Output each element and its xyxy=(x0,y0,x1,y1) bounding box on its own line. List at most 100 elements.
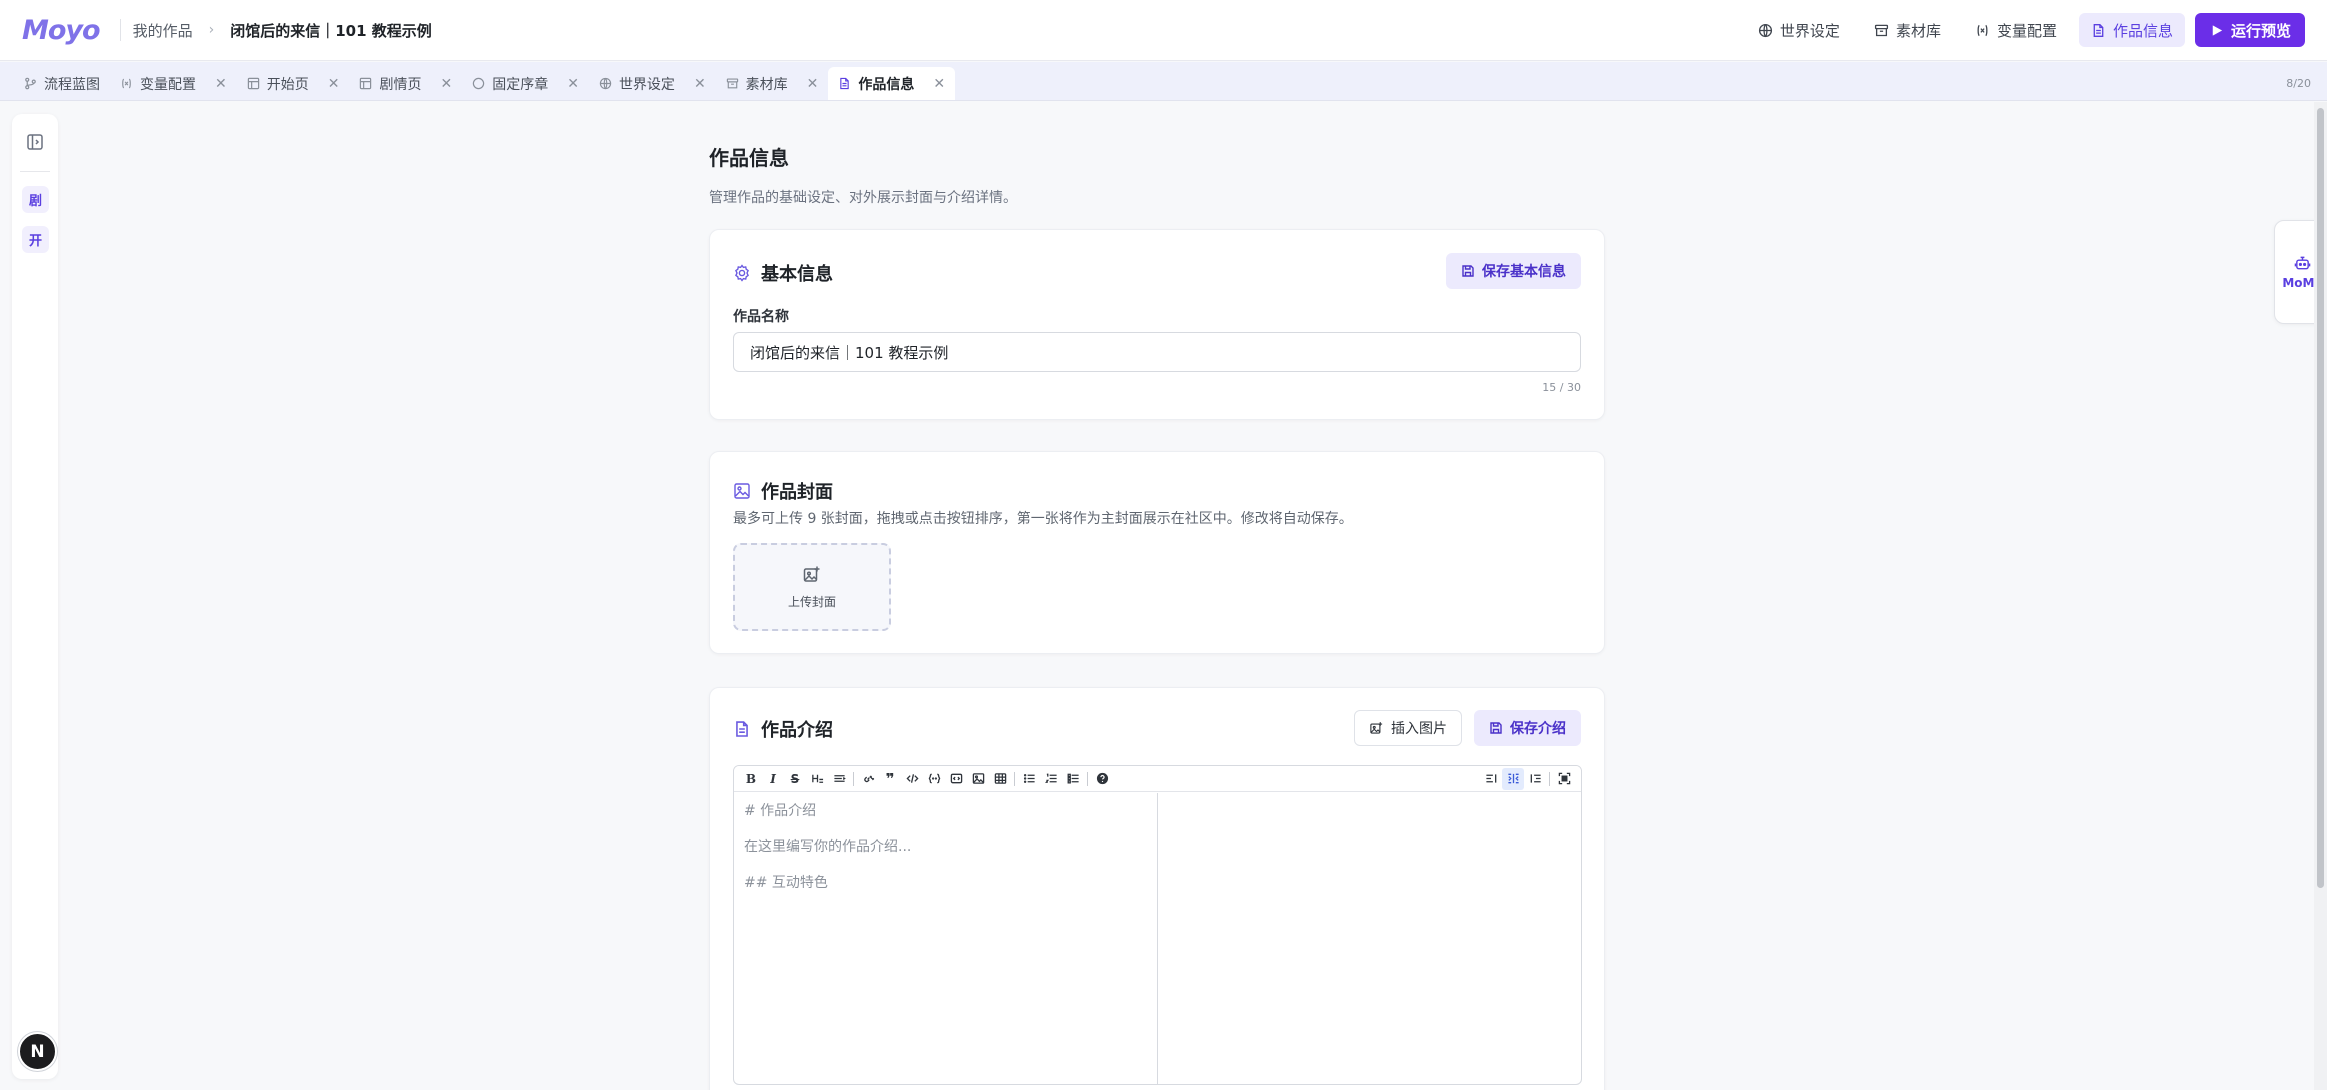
preview-only-icon[interactable] xyxy=(1524,768,1546,790)
image-icon[interactable] xyxy=(967,768,989,790)
image-plus-icon xyxy=(803,566,820,582)
help-icon[interactable] xyxy=(1091,768,1113,790)
fullscreen-icon[interactable] xyxy=(1553,768,1575,790)
tab-label: 剧情页 xyxy=(379,76,422,93)
horizontal-rule-icon[interactable] xyxy=(828,768,850,790)
globe-icon xyxy=(599,77,612,90)
tab-fixed-prologue[interactable]: 固定序章 ✕ xyxy=(462,67,589,100)
toolbar-separator xyxy=(1014,771,1015,786)
bullet-list-icon[interactable] xyxy=(1018,768,1040,790)
avatar[interactable]: N xyxy=(18,1032,57,1071)
strikethrough-icon[interactable]: S xyxy=(784,768,806,790)
tab-asset-library[interactable]: 素材库 ✕ xyxy=(716,67,829,100)
cover-card: 作品封面 最多可上传 9 张封面，拖拽或点击按钮排序，第一张将作为主封面展示在社… xyxy=(709,451,1605,654)
task-list-icon[interactable] xyxy=(1062,768,1084,790)
work-info-button[interactable]: 作品信息 xyxy=(2078,13,2185,47)
tab-world-settings[interactable]: 世界设定 ✕ xyxy=(589,67,716,100)
toolbar-separator xyxy=(1549,771,1550,786)
tab-label: 开始页 xyxy=(266,76,309,93)
split-view-icon[interactable] xyxy=(1502,767,1524,790)
tab-start-page[interactable]: 开始页 ✕ xyxy=(237,67,350,100)
table-icon[interactable] xyxy=(989,768,1011,790)
tab-label: 作品信息 xyxy=(858,76,915,93)
gear-icon xyxy=(735,264,749,282)
world-settings-button[interactable]: 世界设定 xyxy=(1746,13,1852,47)
work-name-value: 闭馆后的来信｜101 教程示例 xyxy=(750,343,949,362)
document-icon xyxy=(2093,23,2104,37)
close-icon[interactable]: ✕ xyxy=(807,76,819,92)
app-logo[interactable]: Moyo xyxy=(22,15,101,46)
variable-icon xyxy=(1977,24,1988,36)
sidebar-item-story[interactable]: 剧 xyxy=(22,186,49,213)
save-basic-info-button[interactable]: 保存基本信息 xyxy=(1446,253,1581,289)
image-plus-icon xyxy=(1370,721,1383,734)
sidebar-toggle-icon[interactable] xyxy=(25,132,45,152)
layout-icon xyxy=(247,77,259,90)
tab-label: 固定序章 xyxy=(492,76,549,93)
world-settings-label: 世界设定 xyxy=(1779,21,1840,40)
asset-library-label: 素材库 xyxy=(1895,21,1941,40)
close-icon[interactable]: ✕ xyxy=(567,76,579,92)
robot-icon xyxy=(2294,256,2311,269)
archive-icon xyxy=(726,78,738,89)
cover-header: 作品封面 xyxy=(733,478,833,504)
tab-flow-blueprint[interactable]: 流程蓝图 xyxy=(14,67,110,100)
variable-icon xyxy=(122,78,131,89)
layout-icon xyxy=(360,77,372,90)
scrollbar-thumb[interactable] xyxy=(2317,108,2324,888)
document-icon xyxy=(736,721,748,737)
markdown-editor: B I S ❞ # 作品介绍 在这里编写你的作品介绍... ## 互动特色 xyxy=(733,765,1582,1085)
code-block-icon[interactable] xyxy=(923,768,945,790)
header-divider xyxy=(119,19,121,41)
close-icon[interactable]: ✕ xyxy=(215,76,227,92)
variable-config-button[interactable]: 变量配置 xyxy=(1963,13,2069,47)
save-intro-button[interactable]: 保存介绍 xyxy=(1474,710,1581,746)
tab-story-page[interactable]: 剧情页 ✕ xyxy=(349,67,462,100)
ordered-list-icon[interactable] xyxy=(1040,768,1062,790)
tab-label: 流程蓝图 xyxy=(44,76,100,93)
run-preview-label: 运行预览 xyxy=(2230,21,2291,40)
work-name-input[interactable]: 闭馆后的来信｜101 教程示例 xyxy=(733,332,1581,372)
close-icon[interactable]: ✕ xyxy=(440,76,452,92)
italic-icon[interactable]: I xyxy=(762,768,784,790)
quote-icon[interactable]: ❞ xyxy=(879,768,901,790)
sidebar-item-start[interactable]: 开 xyxy=(22,226,49,253)
markdown-preview xyxy=(1159,793,1581,1084)
intro-actions: 插入图片 保存介绍 xyxy=(1354,710,1581,746)
insert-image-button[interactable]: 插入图片 xyxy=(1354,710,1462,746)
placeholder-line: # 作品介绍 xyxy=(744,803,817,819)
bold-icon[interactable]: B xyxy=(740,768,762,790)
inline-code-icon[interactable] xyxy=(945,768,967,790)
run-preview-button[interactable]: 运行预览 xyxy=(2194,13,2305,47)
image-icon xyxy=(734,483,750,499)
intro-card: 作品介绍 插入图片 保存介绍 B I S ❞ # 作品介绍 在这里编写你的作品介… xyxy=(709,687,1605,1090)
work-info-label: 作品信息 xyxy=(2112,21,2173,40)
tab-work-info[interactable]: 作品信息 ✕ xyxy=(828,67,956,100)
heading-icon[interactable] xyxy=(806,768,828,790)
placeholder-line: ## 互动特色 xyxy=(744,875,828,891)
markdown-input[interactable]: # 作品介绍 在这里编写你的作品介绍... ## 互动特色 xyxy=(734,793,1158,1084)
flow-icon xyxy=(25,77,36,90)
close-icon[interactable]: ✕ xyxy=(694,76,706,92)
top-bar: Moyo 我的作品 › 闭馆后的来信｜101 教程示例 世界设定 素材库 变量配… xyxy=(0,0,2327,61)
code-icon[interactable] xyxy=(901,768,923,790)
close-icon[interactable]: ✕ xyxy=(933,76,945,92)
work-name-label: 作品名称 xyxy=(733,309,789,325)
editor-toolbar: B I S ❞ xyxy=(734,766,1581,792)
upload-cover-button[interactable]: 上传封面 xyxy=(733,543,891,631)
close-icon[interactable]: ✕ xyxy=(328,76,340,92)
breadcrumb-root[interactable]: 我的作品 xyxy=(133,20,193,41)
chevron-right-icon: › xyxy=(208,22,215,38)
variable-config-label: 变量配置 xyxy=(1996,21,2057,40)
tab-label: 世界设定 xyxy=(618,76,675,93)
asset-library-button[interactable]: 素材库 xyxy=(1862,13,1953,47)
save-icon xyxy=(1462,265,1474,277)
link-icon[interactable] xyxy=(857,768,879,790)
basic-info-header: 基本信息 xyxy=(733,260,833,286)
circle-icon xyxy=(472,77,485,90)
tab-variable-config[interactable]: 变量配置 ✕ xyxy=(110,67,237,100)
editor-only-icon[interactable] xyxy=(1480,768,1502,790)
globe-icon xyxy=(1758,23,1772,37)
intro-title: 作品介绍 xyxy=(761,720,833,741)
play-icon xyxy=(2212,24,2223,36)
